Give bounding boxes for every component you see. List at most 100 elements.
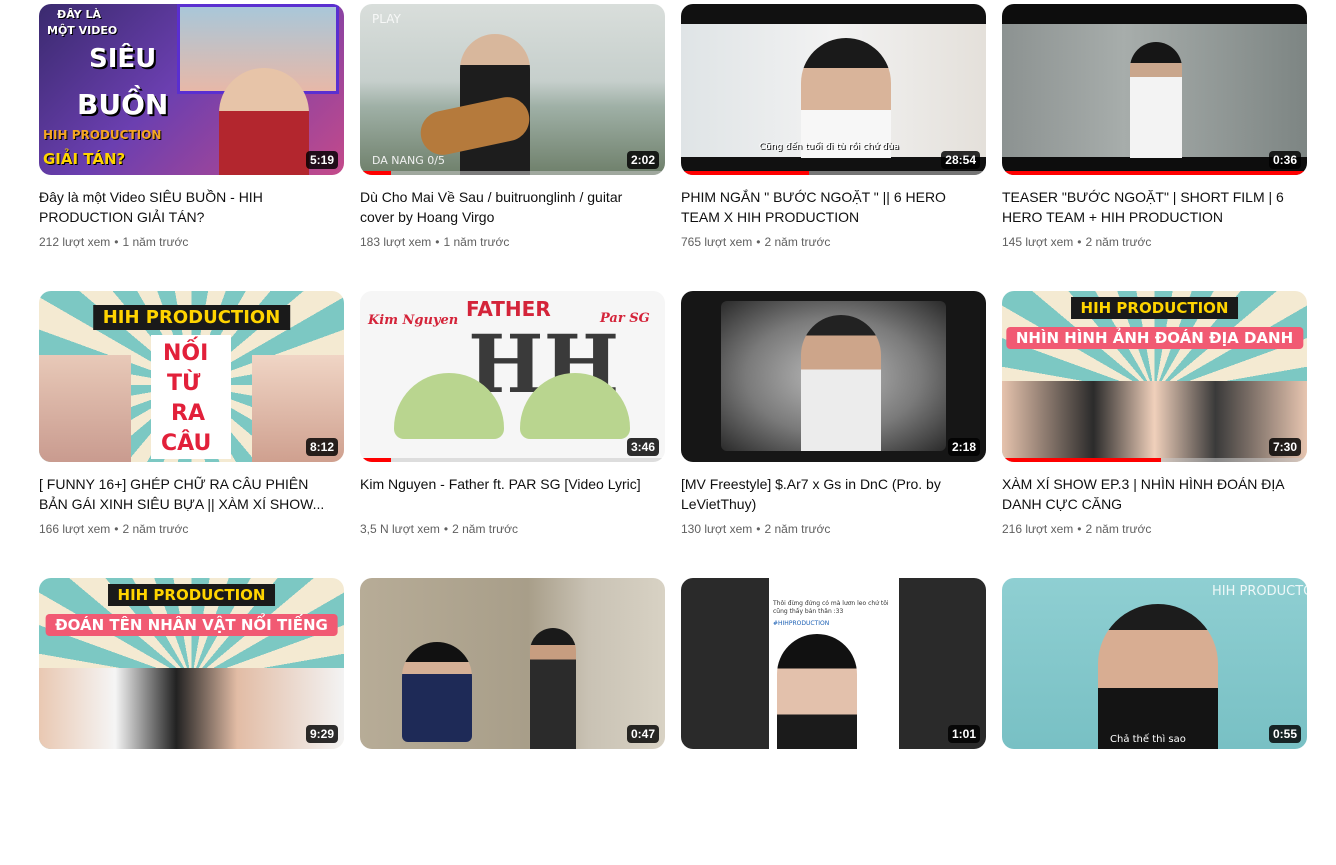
video-title[interactable]: [ FUNNY 16+] GHÉP CHỮ RA CÂU PHIÊN BẢN G… <box>39 474 329 514</box>
video-thumbnail[interactable]: PLAY DA NANG 0/5 2:02 <box>360 4 665 175</box>
upload-age: 1 năm trước <box>443 235 510 249</box>
watch-progress-fill <box>1002 171 1307 175</box>
video-thumbnail[interactable]: 0:47 <box>360 578 665 749</box>
video-card[interactable]: Cũng đến tuổi đi tù rồi chứ đùa 28:54 PH… <box>681 4 986 291</box>
thumbnail-text-6: GIẢI TÁN? <box>43 150 126 168</box>
thumbnail-person-sitting <box>402 642 472 742</box>
thumbnail-text-2: MỘT VIDEO <box>47 24 118 37</box>
view-count: 212 lượt xem <box>39 235 111 249</box>
video-card[interactable]: 0:36 TEASER "BƯỚC NGOẶT" | SHORT FILM | … <box>1002 4 1307 291</box>
video-meta: 216 lượt xem • 2 năm trước <box>1002 520 1307 538</box>
view-count: 130 lượt xem <box>681 522 753 536</box>
watch-progress-fill <box>681 171 810 175</box>
video-duration: 0:47 <box>626 725 659 743</box>
video-title[interactable]: XÀM XÍ SHOW EP.3 | NHÌN HÌNH ĐOÁN ĐỊA DA… <box>1002 474 1292 514</box>
video-card[interactable]: ĐÂY LÀ MỘT VIDEO SIÊU BUỒN HIH PRODUCTIO… <box>39 4 344 291</box>
video-duration: 0:36 <box>1268 151 1301 169</box>
upload-age: 2 năm trước <box>764 522 831 536</box>
thumbnail-corner-text: HIH PRODUCTON <box>1212 584 1307 599</box>
meta-separator: • <box>1077 522 1082 536</box>
view-count: 3,5 N lượt xem <box>360 522 440 536</box>
video-card[interactable]: 2:18 [MV Freestyle] $.Ar7 x Gs in DnC (P… <box>681 291 986 578</box>
video-thumbnail[interactable]: ĐÂY LÀ MỘT VIDEO SIÊU BUỒN HIH PRODUCTIO… <box>39 4 344 175</box>
watch-progress-fill <box>1002 458 1161 462</box>
thumbnail-text-5: HIH PRODUCTION <box>43 128 162 142</box>
upload-age: 2 năm trước <box>1085 522 1152 536</box>
video-thumbnail[interactable]: 2:18 <box>681 291 986 462</box>
video-duration: 28:54 <box>941 151 980 169</box>
video-card[interactable]: HIH PRODUCTION ĐOÁN TÊN NHÂN VẬT NỔI TIẾ… <box>39 578 344 865</box>
thumbnail-subbanner: NHÌN HÌNH ẢNH ĐOÁN ĐỊA DANH <box>1005 327 1304 349</box>
video-meta: 3,5 N lượt xem • 2 năm trước <box>360 520 665 538</box>
video-thumbnail[interactable]: HIH PRODUCTION NHÌN HÌNH ẢNH ĐOÁN ĐỊA DA… <box>1002 291 1307 462</box>
thumbnail-word-4: CÂU <box>161 431 212 456</box>
thumbnail-person <box>219 68 309 175</box>
video-meta: 145 lượt xem • 2 năm trước <box>1002 233 1307 251</box>
video-title[interactable]: Đây là một Video SIÊU BUỒN - HIH PRODUCT… <box>39 187 329 227</box>
video-title[interactable]: Kim Nguyen - Father ft. PAR SG [Video Ly… <box>360 474 650 514</box>
video-duration: 8:12 <box>305 438 338 456</box>
video-thumbnail[interactable]: HIH PRODUCTION NỐI TỪ RA CÂU 8:12 <box>39 291 344 462</box>
video-title[interactable] <box>39 761 329 801</box>
video-title[interactable] <box>681 761 971 801</box>
upload-age: 2 năm trước <box>764 235 831 249</box>
view-count: 183 lượt xem <box>360 235 432 249</box>
thumbnail-banner: HIH PRODUCTION <box>107 584 276 606</box>
video-thumbnail[interactable]: HH Kim Nguyen FATHER Par SG 3:46 <box>360 291 665 462</box>
video-duration: 5:19 <box>305 151 338 169</box>
video-title[interactable] <box>360 761 650 801</box>
thumbnail-text-1: ĐÂY LÀ <box>57 8 101 21</box>
video-meta: 130 lượt xem • 2 năm trước <box>681 520 986 538</box>
video-duration: 2:18 <box>947 438 980 456</box>
thumbnail-person <box>777 634 857 749</box>
watch-progress-fill <box>360 171 391 175</box>
meta-separator: • <box>114 522 119 536</box>
thumbnail-text-4: BUỒN <box>77 88 169 121</box>
video-card[interactable]: Thôi đừng đứng có mà lươn leo chứ tôi cũ… <box>681 578 986 865</box>
watch-progress <box>360 171 665 175</box>
thumbnail-person <box>801 315 881 451</box>
video-card[interactable]: 0:47 <box>360 578 665 865</box>
thumbnail-word-3: RA <box>171 401 205 426</box>
video-thumbnail[interactable]: Cũng đến tuổi đi tù rồi chứ đùa 28:54 <box>681 4 986 175</box>
video-title[interactable]: Dù Cho Mai Về Sau / buitruonglinh / guit… <box>360 187 650 227</box>
meta-separator: • <box>114 235 119 249</box>
video-title[interactable]: PHIM NGẮN " BƯỚC NGOẶT " || 6 HERO TEAM … <box>681 187 971 227</box>
video-duration: 1:01 <box>947 725 980 743</box>
video-card[interactable]: HIH PRODUCTION NHÌN HÌNH ẢNH ĐOÁN ĐỊA DA… <box>1002 291 1307 578</box>
video-thumbnail[interactable]: 0:36 <box>1002 4 1307 175</box>
meta-separator: • <box>756 522 761 536</box>
meta-separator: • <box>756 235 761 249</box>
thumbnail-person <box>1098 604 1218 749</box>
video-card[interactable]: PLAY DA NANG 0/5 2:02 Dù Cho Mai Về Sau … <box>360 4 665 291</box>
video-duration: 7:30 <box>1268 438 1301 456</box>
video-thumbnail[interactable]: Thôi đừng đứng có mà lươn leo chứ tôi cũ… <box>681 578 986 749</box>
thumbnail-people <box>39 668 344 749</box>
video-title[interactable] <box>1002 761 1292 801</box>
video-card[interactable]: HH Kim Nguyen FATHER Par SG 3:46 Kim Ngu… <box>360 291 665 578</box>
thumbnail-people-left <box>39 355 131 462</box>
video-duration: 3:46 <box>626 438 659 456</box>
upload-age: 2 năm trước <box>452 522 519 536</box>
video-title[interactable]: TEASER "BƯỚC NGOẶT" | SHORT FILM | 6 HER… <box>1002 187 1292 227</box>
thumbnail-post-text: Thôi đừng đứng có mà lươn leo chứ tôi cũ… <box>773 600 889 615</box>
meta-separator: • <box>443 522 449 536</box>
thumbnail-banner: HIH PRODUCTION <box>1070 297 1239 319</box>
video-card[interactable]: HIH PRODUCTON Chả thế thì sao 0:55 <box>1002 578 1307 865</box>
thumbnail-word-2: TỪ <box>167 371 201 396</box>
video-thumbnail[interactable]: HIH PRODUCTON Chả thế thì sao 0:55 <box>1002 578 1307 749</box>
watch-progress <box>360 458 665 462</box>
thumbnail-people <box>1002 381 1307 462</box>
video-title[interactable]: [MV Freestyle] $.Ar7 x Gs in DnC (Pro. b… <box>681 474 971 514</box>
upload-age: 1 năm trước <box>122 235 189 249</box>
thumbnail-person <box>801 38 891 158</box>
thumbnail-left-text: Kim Nguyen <box>368 313 459 328</box>
thumbnail-corner-text: PLAY <box>372 12 401 26</box>
video-card[interactable]: HIH PRODUCTION NỐI TỪ RA CÂU 8:12 [ FUNN… <box>39 291 344 578</box>
video-duration: 0:55 <box>1268 725 1301 743</box>
thumbnail-person <box>1130 42 1182 158</box>
view-count: 765 lượt xem <box>681 235 753 249</box>
video-thumbnail[interactable]: HIH PRODUCTION ĐOÁN TÊN NHÂN VẬT NỔI TIẾ… <box>39 578 344 749</box>
video-meta: 183 lượt xem • 1 năm trước <box>360 233 665 251</box>
upload-age: 2 năm trước <box>1085 235 1152 249</box>
